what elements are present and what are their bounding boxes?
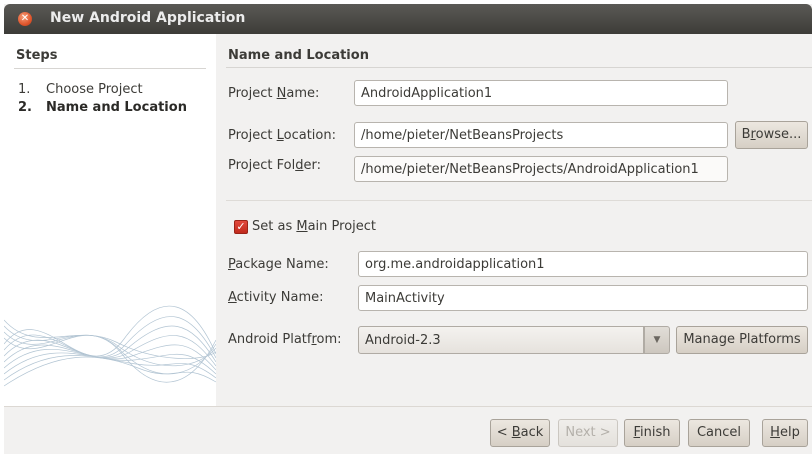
android-platform-select[interactable]: Android-2.3 xyxy=(358,326,644,354)
button-text: elp xyxy=(779,425,800,440)
finish-button[interactable]: Finish xyxy=(624,419,680,447)
steps-panel: Steps 1. Choose Project 2. Name and Locati… xyxy=(4,34,216,406)
label-text: Project xyxy=(228,86,277,101)
label-text: ain Project xyxy=(307,219,377,234)
label-text: ctivity Name: xyxy=(236,290,324,305)
project-location-label: Project Location: xyxy=(228,128,336,143)
step-label: Choose Project xyxy=(46,82,143,97)
label-text: er: xyxy=(303,158,321,173)
label-text: ocation: xyxy=(283,128,336,143)
button-mnemonic: B xyxy=(511,425,521,440)
label-text: ame: xyxy=(286,86,320,101)
project-name-input[interactable]: AndroidApplication1 xyxy=(354,80,728,106)
cancel-button[interactable]: Cancel xyxy=(688,419,750,447)
panel-title: Name and Location xyxy=(228,48,369,63)
step-item-current: 2. Name and Location xyxy=(18,100,187,115)
label-text: Set as xyxy=(252,219,297,234)
steps-divider xyxy=(14,68,206,69)
button-text: B xyxy=(741,127,751,142)
android-platform-label: Android Platfrom: xyxy=(228,332,342,347)
project-name-label: Project Name: xyxy=(228,86,319,101)
button-text: < xyxy=(496,425,512,440)
label-text: om: xyxy=(316,332,342,347)
project-location-input[interactable]: /home/pieter/NetBeansProjects xyxy=(354,122,728,148)
close-icon[interactable]: ✕ xyxy=(18,12,32,26)
button-text: ack xyxy=(520,425,544,440)
chevron-down-icon[interactable]: ▼ xyxy=(644,326,670,354)
project-folder-label: Project Folder: xyxy=(228,158,321,173)
activity-name-input[interactable]: MainActivity xyxy=(358,285,808,311)
browse-button[interactable]: Browse... xyxy=(735,121,808,149)
manage-platforms-button[interactable]: Manage Platforms xyxy=(676,326,808,354)
step-number: 1. xyxy=(18,82,31,97)
activity-name-label: Activity Name: xyxy=(228,290,324,305)
label-mnemonic: L xyxy=(276,128,284,143)
main-project-label[interactable]: Set as Main Project xyxy=(252,219,376,234)
package-name-label: Package Name: xyxy=(228,257,329,272)
label-text: ackage Name: xyxy=(235,257,329,272)
label-text: Android Platf xyxy=(228,332,312,347)
decorative-waves-image xyxy=(4,305,216,387)
label-mnemonic: N xyxy=(276,86,287,101)
step-number: 2. xyxy=(18,100,32,115)
steps-title: Steps xyxy=(16,48,58,63)
help-button[interactable]: Help xyxy=(762,419,808,447)
step-item: 1. Choose Project xyxy=(18,82,143,97)
label-mnemonic: A xyxy=(228,290,237,305)
button-text: inish xyxy=(640,425,671,440)
window-title: New Android Application xyxy=(50,10,246,26)
title-bar[interactable]: ✕ New Android Application xyxy=(4,4,812,34)
button-text: owse... xyxy=(755,127,802,142)
next-button[interactable]: Next > xyxy=(558,419,618,447)
step-label: Name and Location xyxy=(46,100,187,115)
main-project-checkbox[interactable]: ✓ xyxy=(234,220,248,234)
package-name-input[interactable]: org.me.androidapplication1 xyxy=(358,251,808,277)
label-text: Project xyxy=(228,128,277,143)
button-mnemonic: H xyxy=(770,425,780,440)
label-text: Project Fol xyxy=(228,158,296,173)
project-folder-field: /home/pieter/NetBeansProjects/AndroidApp… xyxy=(354,156,728,182)
back-button[interactable]: < Back xyxy=(490,419,550,447)
dialog-window: ✕ New Android Application Steps 1. Choose… xyxy=(4,4,812,454)
label-mnemonic: M xyxy=(296,219,308,234)
section-divider xyxy=(226,200,812,201)
checkmark-icon: ✓ xyxy=(236,220,246,233)
panel-title-divider xyxy=(226,67,812,68)
